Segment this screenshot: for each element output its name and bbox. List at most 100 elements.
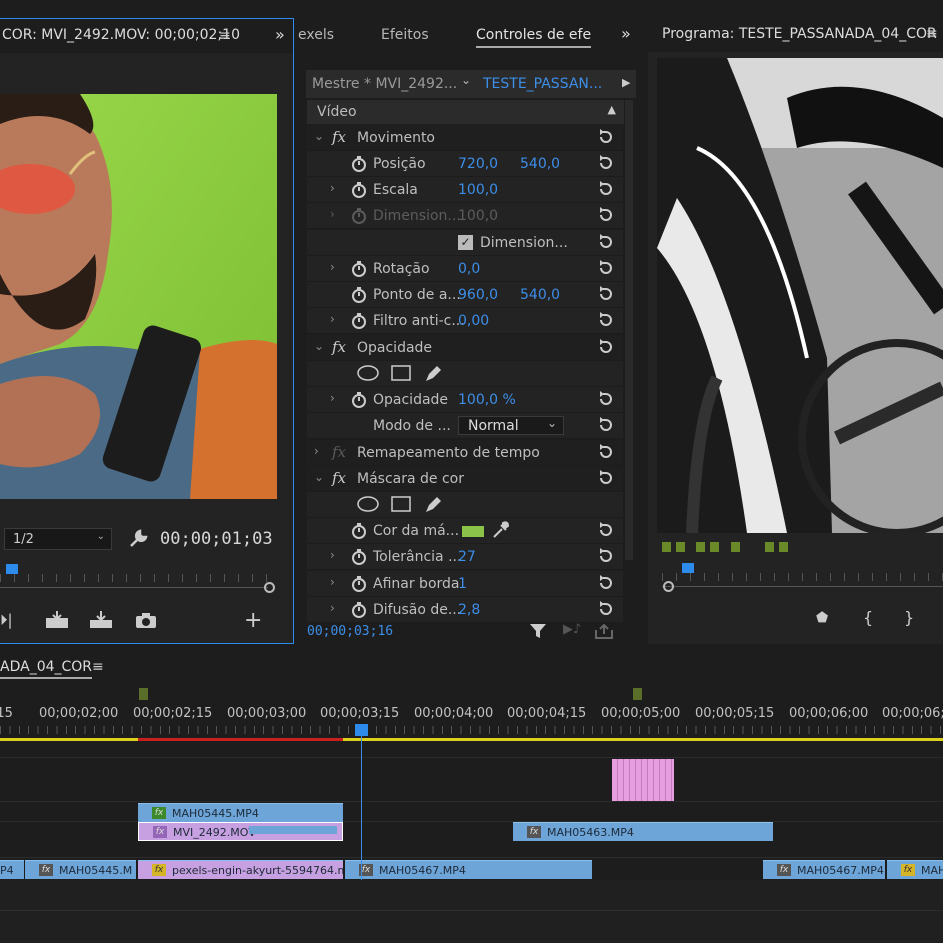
insert-icon[interactable] (44, 610, 70, 630)
blend-mode-select[interactable]: Normal ⌄ (458, 416, 564, 435)
property-value[interactable]: 1 (458, 576, 467, 592)
eyedropper-icon[interactable] (492, 521, 510, 539)
marker[interactable] (676, 542, 685, 552)
menu-icon[interactable]: ≡ (92, 659, 104, 675)
property-value[interactable]: 960,0 (458, 287, 498, 303)
expand-twirl-icon[interactable]: › (330, 575, 335, 589)
effect-controls-timecode[interactable]: 00;00;03;16 (307, 624, 393, 639)
expand-twirl-icon[interactable]: › (330, 312, 335, 326)
effect-row[interactable]: › Escala 100,0 (307, 177, 623, 203)
playhead-marker[interactable] (6, 564, 18, 574)
effect-row[interactable]: › Filtro anti-c... 0,00 (307, 308, 623, 334)
program-scrubber[interactable] (662, 563, 943, 593)
reset-icon[interactable] (597, 390, 615, 408)
ellipse-mask-icon[interactable] (357, 365, 379, 381)
menu-icon[interactable]: ≡ (219, 28, 231, 44)
tab-effect-controls[interactable]: Controles de efeito (476, 27, 591, 48)
in-handle[interactable] (663, 581, 674, 592)
expand-twirl-icon[interactable]: ⌄ (314, 470, 324, 484)
stopwatch-icon[interactable] (351, 392, 367, 408)
expand-twirl-icon[interactable]: › (330, 601, 335, 615)
collapse-triangle-icon[interactable]: ▲ (608, 103, 616, 116)
effect-row[interactable] (307, 361, 623, 387)
marker[interactable] (779, 542, 788, 552)
overwrite-icon[interactable] (88, 610, 114, 630)
export-icon[interactable] (595, 624, 613, 639)
expand-twirl-icon[interactable]: › (330, 391, 335, 405)
reset-icon[interactable] (597, 338, 615, 356)
step-forward-icon[interactable]: ⏵| (0, 611, 13, 629)
clip-mah05467b-v1[interactable]: fx MAH05467.MP4 (763, 860, 885, 879)
wrench-icon[interactable] (128, 529, 148, 549)
effect-row[interactable]: › Dimension... 100,0 (307, 203, 623, 229)
stopwatch-icon[interactable] (351, 208, 367, 224)
mark-out-icon[interactable]: } (904, 608, 914, 627)
marker[interactable] (696, 542, 705, 552)
reset-icon[interactable] (597, 521, 615, 539)
effect-row[interactable]: ⌄ fx Movimento (307, 125, 623, 151)
effect-row[interactable]: › Afinar borda 1 (307, 571, 623, 597)
property-value-y[interactable]: 540,0 (520, 156, 560, 172)
rectangle-mask-icon[interactable] (391, 496, 411, 512)
property-value[interactable]: 0,0 (458, 261, 480, 277)
reset-icon[interactable] (597, 259, 615, 277)
play-triangle-icon[interactable]: ▶ (622, 76, 630, 89)
property-value[interactable]: 100,0 (458, 182, 498, 198)
marker[interactable] (662, 542, 671, 552)
add-button-icon[interactable]: + (244, 608, 262, 633)
pen-mask-icon[interactable] (423, 495, 443, 513)
resolution-select[interactable]: 1/2 ⌄ (4, 528, 112, 550)
clip-mah-v1-end[interactable]: fx MAH (887, 860, 943, 879)
effect-row[interactable]: Modo de ... Normal ⌄ (307, 413, 623, 439)
reset-icon[interactable] (597, 154, 615, 172)
clip-mah05467-v1[interactable]: fx MAH05467.MP4 (345, 860, 592, 879)
stopwatch-icon[interactable] (351, 602, 367, 618)
timeline-playhead-line[interactable] (361, 735, 362, 880)
effect-row[interactable]: › Rotação 0,0 (307, 256, 623, 282)
reset-icon[interactable] (597, 443, 615, 461)
property-value[interactable]: 720,0 (458, 156, 498, 172)
reset-icon[interactable] (597, 206, 615, 224)
property-value[interactable]: 100,0 % (458, 392, 516, 408)
add-marker-icon[interactable]: ⬟ (816, 610, 828, 626)
sequence-clip-label[interactable]: TESTE_PASSAN... (483, 76, 602, 92)
master-clip-label[interactable]: Mestre * MVI_2492... (312, 76, 457, 92)
effect-row[interactable]: ✓ Dimension... (307, 230, 623, 256)
property-value[interactable]: 100,0 (458, 208, 498, 224)
out-handle[interactable] (264, 582, 275, 593)
clip-mah05445-v3[interactable]: fx MAH05445.MP4 (138, 803, 343, 822)
reset-icon[interactable] (597, 128, 615, 146)
ellipse-mask-icon[interactable] (357, 496, 379, 512)
effect-row[interactable]: › Opacidade 100,0 % (307, 387, 623, 413)
color-swatch[interactable] (462, 526, 484, 537)
reset-icon[interactable] (597, 600, 615, 618)
reset-icon[interactable] (597, 285, 615, 303)
effect-row[interactable]: ⌄ fx Máscara de cor (307, 466, 623, 492)
stopwatch-icon[interactable] (351, 313, 367, 329)
mark-in-icon[interactable]: { (863, 608, 873, 627)
play-audio-icon[interactable]: ▶♪ (563, 622, 581, 637)
source-timecode[interactable]: 00;00;01;03 (160, 529, 273, 549)
timeline-marker[interactable] (139, 688, 148, 700)
pink-frames-clip[interactable] (612, 759, 674, 801)
reset-icon[interactable] (597, 416, 615, 434)
program-monitor-title[interactable]: Programa: TESTE_PASSANADA_04_COR (662, 26, 937, 42)
stopwatch-icon[interactable] (351, 182, 367, 198)
reset-icon[interactable] (597, 311, 615, 329)
camera-icon[interactable] (135, 612, 157, 629)
expand-twirl-icon[interactable]: › (330, 181, 335, 195)
effects-scrollbar[interactable] (625, 100, 633, 560)
effect-row[interactable]: › fx Remapeamento de tempo (307, 440, 623, 466)
expand-twirl-icon[interactable]: ⌄ (314, 129, 324, 143)
stopwatch-icon[interactable] (351, 156, 367, 172)
property-value-y[interactable]: 540,0 (520, 287, 560, 303)
reset-icon[interactable] (597, 469, 615, 487)
reset-icon[interactable] (597, 233, 615, 251)
reset-icon[interactable] (597, 180, 615, 198)
clip-mah05445-v1[interactable]: fx MAH05445.M (25, 860, 136, 879)
source-monitor-title[interactable]: COR: MVI_2492.MOV: 00;00;02;10 (2, 27, 240, 43)
effect-row[interactable]: ⌄ fx Opacidade (307, 335, 623, 361)
expand-twirl-icon[interactable]: ⌄ (314, 339, 324, 353)
tab-pexels[interactable]: exels (298, 27, 334, 43)
expand-twirl-icon[interactable]: › (330, 548, 335, 562)
